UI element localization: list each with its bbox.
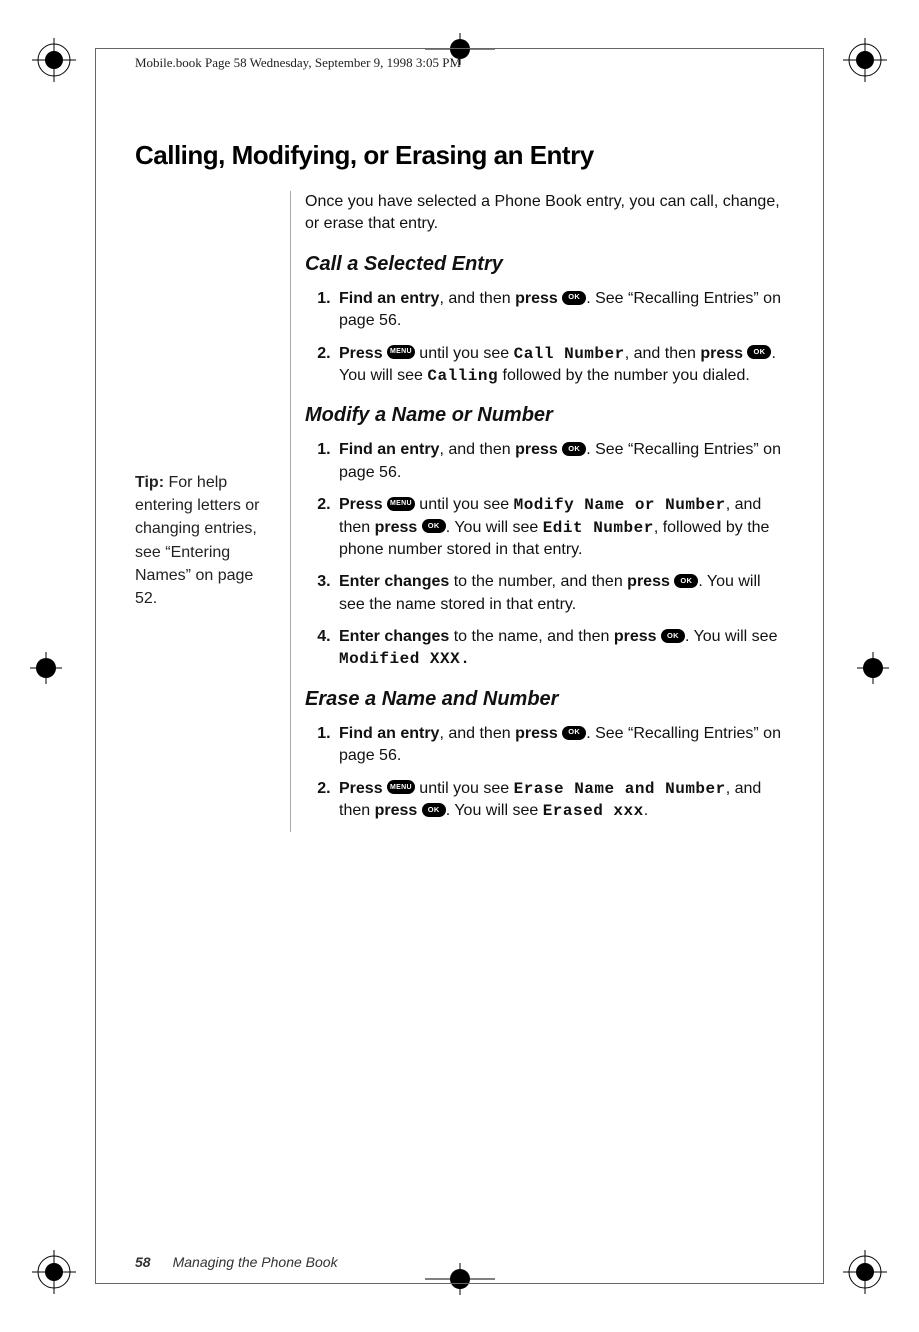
- crop-mark-icon: [30, 1248, 78, 1296]
- step-text: until you see: [415, 496, 514, 513]
- lcd-text: Modified XXX: [339, 650, 460, 668]
- step-text: Find an entry: [339, 441, 439, 458]
- subheading-call: Call a Selected Entry: [305, 250, 784, 278]
- step-text: .: [644, 802, 648, 819]
- ok-button-icon: OK: [674, 574, 698, 588]
- ok-button-icon: OK: [562, 442, 586, 456]
- page-number: 58: [135, 1254, 151, 1270]
- crop-mark-icon: [841, 1248, 889, 1296]
- step: Find an entry, and then press OK. See “R…: [335, 439, 784, 484]
- ok-button-icon: OK: [747, 345, 771, 359]
- step: Press MENU until you see Call Number, an…: [335, 343, 784, 388]
- step-text: press: [375, 519, 422, 536]
- tip-body: For help entering letters or changing en…: [135, 474, 260, 607]
- step-text: Press: [339, 496, 387, 513]
- main-body: Once you have selected a Phone Book entr…: [290, 191, 784, 832]
- lcd-text: Modify Name or Number: [514, 496, 726, 514]
- step: Press MENU until you see Erase Name and …: [335, 778, 784, 823]
- section-title: Calling, Modifying, or Erasing an Entry: [135, 140, 784, 171]
- step: Find an entry, and then press OK. See “R…: [335, 288, 784, 333]
- step-text: Find an entry: [339, 725, 439, 742]
- step-text: , and then: [439, 441, 515, 458]
- step-text: . You will see: [446, 802, 543, 819]
- subheading-erase: Erase a Name and Number: [305, 685, 784, 713]
- step: Press MENU until you see Modify Name or …: [335, 494, 784, 561]
- step-text: Find an entry: [339, 290, 439, 307]
- step-text: . You will see: [685, 628, 778, 645]
- step-text: until you see: [415, 780, 514, 797]
- lcd-text: Call Number: [514, 345, 625, 363]
- step-text: , and then: [625, 345, 701, 362]
- step-text: press: [515, 725, 562, 742]
- step-text: press: [700, 345, 747, 362]
- ok-button-icon: OK: [661, 629, 685, 643]
- intro-text: Once you have selected a Phone Book entr…: [305, 191, 784, 236]
- footer-chapter: Managing the Phone Book: [173, 1254, 338, 1270]
- step-text: press: [627, 573, 674, 590]
- step-text: Enter changes: [339, 573, 449, 590]
- step-text: followed by the number you dialed.: [498, 367, 750, 384]
- tip-label: Tip:: [135, 474, 164, 491]
- menu-button-icon: MENU: [387, 345, 415, 359]
- sidebar-tip: Tip: For help entering letters or changi…: [135, 191, 290, 832]
- step-text: , and then: [439, 725, 515, 742]
- crop-mark-icon: [841, 36, 889, 84]
- registration-mark-icon: [30, 652, 62, 688]
- registration-mark-icon: [857, 652, 889, 688]
- step-text: to the number, and then: [449, 573, 627, 590]
- step-text: press: [614, 628, 661, 645]
- lcd-text: Erased xxx: [543, 802, 644, 820]
- step: Enter changes to the name, and then pres…: [335, 626, 784, 671]
- step-text: press: [515, 290, 562, 307]
- step-text: until you see: [415, 345, 514, 362]
- step-text: . You will see: [446, 519, 543, 536]
- page-header: Mobile.book Page 58 Wednesday, September…: [135, 55, 461, 71]
- menu-button-icon: MENU: [387, 780, 415, 794]
- lcd-text: Edit Number: [543, 519, 654, 537]
- step-text: Enter changes: [339, 628, 449, 645]
- step-text: press: [515, 441, 562, 458]
- crop-mark-icon: [30, 36, 78, 84]
- ok-button-icon: OK: [562, 291, 586, 305]
- lcd-text: Erase Name and Number: [514, 780, 726, 798]
- step-text: press: [375, 802, 422, 819]
- step: Find an entry, and then press OK. See “R…: [335, 723, 784, 768]
- subheading-modify: Modify a Name or Number: [305, 401, 784, 429]
- step-text: to the name, and then: [449, 628, 614, 645]
- ok-button-icon: OK: [422, 519, 446, 533]
- ok-button-icon: OK: [422, 803, 446, 817]
- step-text: , and then: [439, 290, 515, 307]
- lcd-text: Calling: [427, 367, 498, 385]
- step-text: .: [460, 650, 470, 668]
- ok-button-icon: OK: [562, 726, 586, 740]
- step: Enter changes to the number, and then pr…: [335, 571, 784, 616]
- step-text: Press: [339, 780, 387, 797]
- menu-button-icon: MENU: [387, 497, 415, 511]
- step-text: Press: [339, 345, 387, 362]
- page-footer: 58 Managing the Phone Book: [135, 1254, 338, 1270]
